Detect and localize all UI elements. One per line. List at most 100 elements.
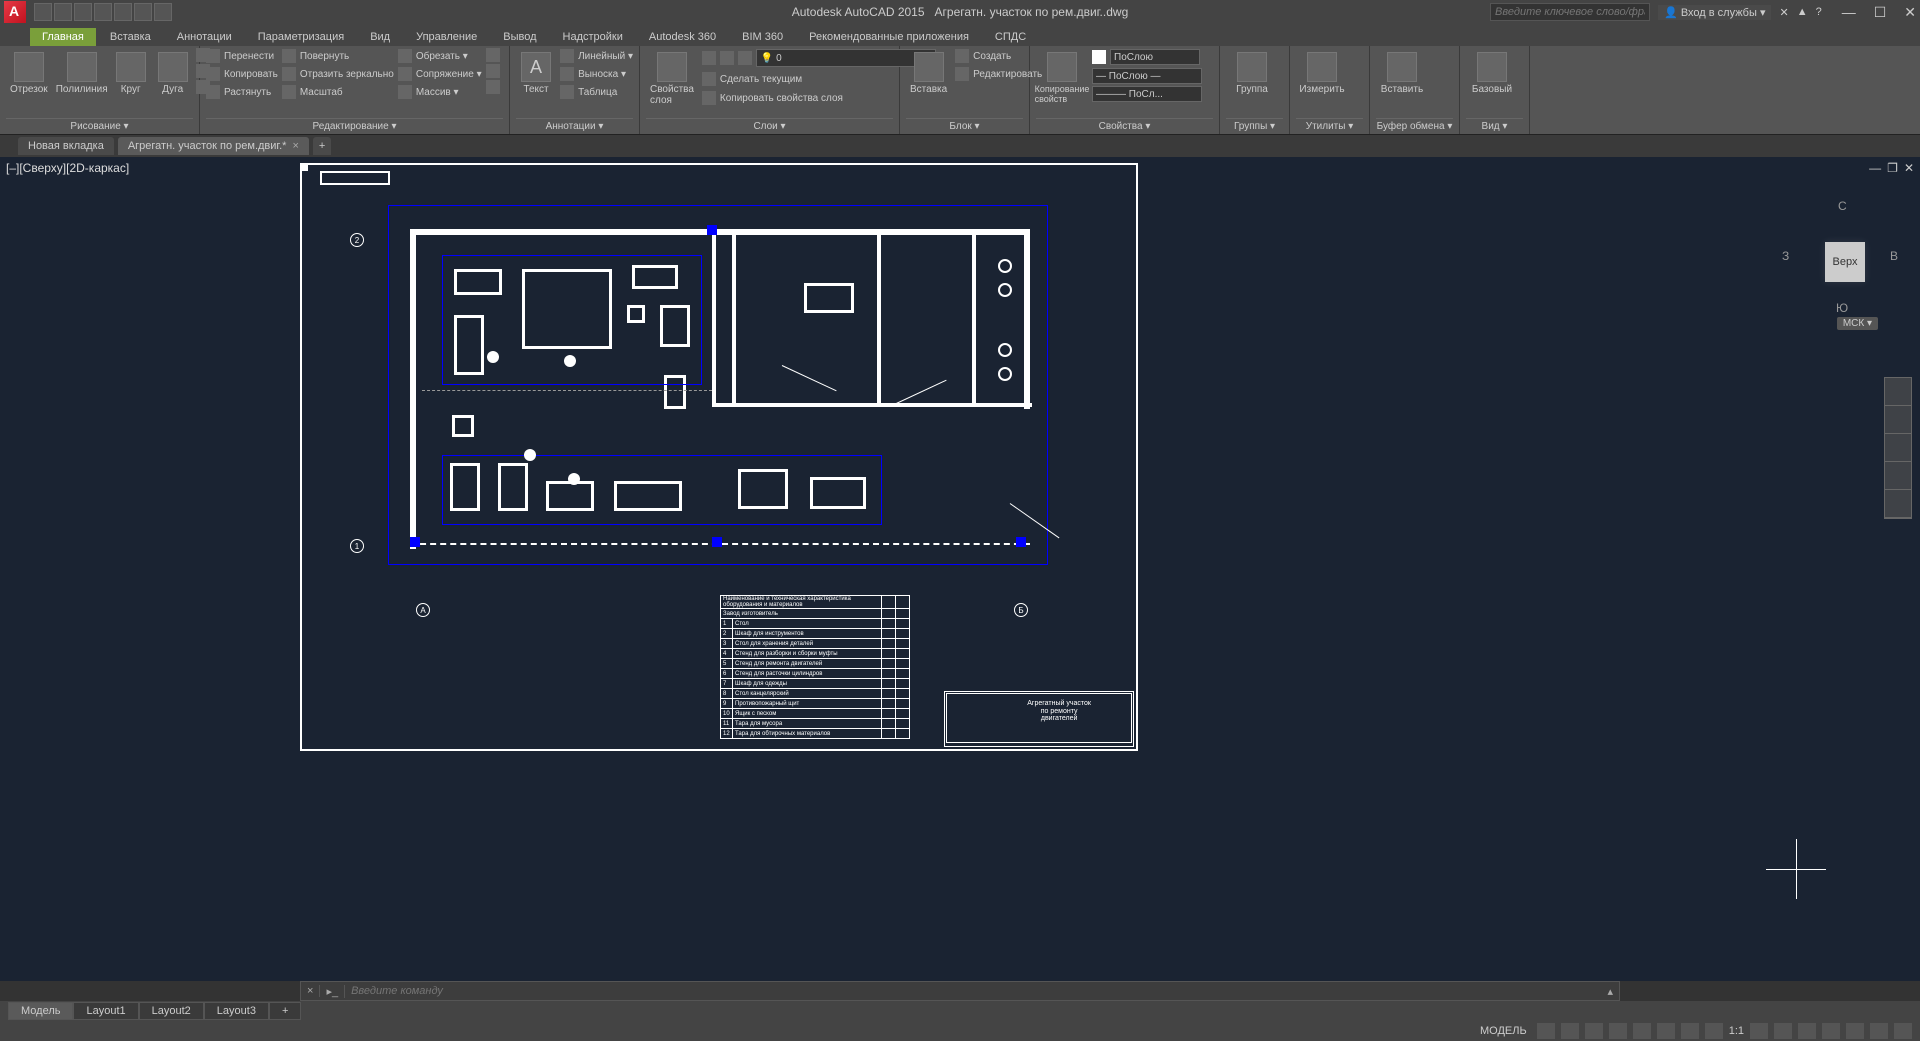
move-button[interactable]: Перенести: [206, 48, 278, 64]
rotate-button[interactable]: Повернуть: [282, 48, 394, 64]
panel-layers-title[interactable]: Слои ▾: [646, 118, 893, 134]
customize-icon[interactable]: [1894, 1023, 1912, 1039]
nav-zoom-icon[interactable]: [1885, 434, 1911, 462]
color-combo[interactable]: ПоСлою: [1110, 49, 1200, 65]
layout-tab-2[interactable]: Layout2: [139, 1002, 204, 1020]
tab-annotate[interactable]: Аннотации: [165, 28, 244, 46]
lwt-toggle-icon[interactable]: [1681, 1023, 1699, 1039]
panel-modify-title[interactable]: Редактирование ▾: [206, 118, 503, 134]
panel-annot-title[interactable]: Аннотации ▾: [516, 118, 633, 134]
wcs-dropdown[interactable]: МСК ▾: [1837, 317, 1878, 330]
login-button[interactable]: 👤 Вход в службы ▾: [1658, 5, 1771, 20]
command-input[interactable]: [345, 985, 1601, 997]
layout-tab-model[interactable]: Модель: [8, 1002, 73, 1020]
arc-button[interactable]: Дуга: [154, 48, 192, 99]
cmdline-config-icon[interactable]: ▸_: [320, 985, 345, 998]
fillet-button[interactable]: Сопряжение ▾: [398, 66, 482, 82]
osnap-toggle-icon[interactable]: [1633, 1023, 1651, 1039]
tab-spds[interactable]: СПДС: [983, 28, 1038, 46]
nav-wheel-icon[interactable]: [1885, 378, 1911, 406]
help-icon[interactable]: ?: [1816, 6, 1822, 18]
qat-save-icon[interactable]: [74, 3, 92, 21]
panel-utils-title[interactable]: Утилиты ▾: [1296, 118, 1363, 134]
text-button[interactable]: AТекст: [516, 48, 556, 99]
bulb-icon[interactable]: [702, 51, 716, 65]
mirror-button[interactable]: Отразить зеркально: [282, 66, 394, 82]
annoscale-icon[interactable]: [1750, 1023, 1768, 1039]
measure-button[interactable]: Измерить: [1296, 48, 1348, 99]
match-props-button[interactable]: Копирование свойств: [1036, 48, 1088, 108]
panel-groups-title[interactable]: Группы ▾: [1226, 118, 1283, 134]
scale-button[interactable]: Масштаб: [282, 84, 394, 100]
viewcube-south[interactable]: Ю: [1836, 301, 1848, 315]
filetab-active[interactable]: Агрегатн. участок по рем.двиг.*×: [118, 137, 309, 155]
qat-open-icon[interactable]: [54, 3, 72, 21]
tab-home[interactable]: Главная: [30, 28, 96, 46]
tab-insert[interactable]: Вставка: [98, 28, 163, 46]
viewcube-top[interactable]: Верх: [1825, 242, 1865, 282]
app-logo[interactable]: [4, 1, 26, 23]
leader-button[interactable]: Выноска ▾: [560, 66, 633, 82]
cmdline-history-icon[interactable]: ▴: [1601, 985, 1619, 998]
offset-icon[interactable]: [486, 80, 500, 94]
filetab-new[interactable]: Новая вкладка: [18, 137, 114, 155]
vp-close-icon[interactable]: ✕: [1904, 161, 1914, 175]
paste-button[interactable]: Вставить: [1376, 48, 1428, 99]
copy-button[interactable]: Копировать: [206, 66, 278, 82]
linetype-combo[interactable]: ——— ПоСл...: [1092, 86, 1202, 102]
tab-bim360[interactable]: BIM 360: [730, 28, 795, 46]
vp-restore-icon[interactable]: ❐: [1887, 161, 1898, 175]
filetab-close-icon[interactable]: ×: [292, 140, 298, 152]
hardware-accel-icon[interactable]: [1822, 1023, 1840, 1039]
qat-new-icon[interactable]: [34, 3, 52, 21]
search-input[interactable]: [1490, 3, 1650, 21]
transparency-toggle-icon[interactable]: [1705, 1023, 1723, 1039]
layout-tab-1[interactable]: Layout1: [73, 1002, 138, 1020]
panel-clip-title[interactable]: Буфер обмена ▾: [1376, 118, 1453, 134]
layout-tab-add[interactable]: +: [269, 1002, 301, 1020]
trim-button[interactable]: Обрезать ▾: [398, 48, 482, 64]
minimize-icon[interactable]: —: [1842, 4, 1856, 21]
otrack-toggle-icon[interactable]: [1657, 1023, 1675, 1039]
panel-draw-title[interactable]: Рисование ▾: [6, 118, 193, 134]
explode-icon[interactable]: [486, 64, 500, 78]
ortho-toggle-icon[interactable]: [1585, 1023, 1603, 1039]
panel-view-title[interactable]: Вид ▾: [1466, 118, 1523, 134]
viewcube-east[interactable]: В: [1890, 249, 1898, 263]
drawing-viewport[interactable]: [–][Сверху][2D-каркас] — ❐ ✕ С Ю В З Вер…: [0, 157, 1920, 961]
cmdline-close-icon[interactable]: ×: [301, 985, 320, 997]
viewcube[interactable]: С Ю В З Верх: [1790, 207, 1890, 307]
insert-block-button[interactable]: Вставка: [906, 48, 951, 99]
line-button[interactable]: Отрезок: [6, 48, 52, 99]
status-model[interactable]: МОДЕЛЬ: [1480, 1025, 1527, 1037]
vp-minimize-icon[interactable]: —: [1869, 161, 1881, 175]
qat-print-icon[interactable]: [114, 3, 132, 21]
polyline-button[interactable]: Полилиния: [56, 48, 108, 99]
freeze-icon[interactable]: [720, 51, 734, 65]
table-button[interactable]: Таблица: [560, 84, 633, 100]
erase-icon[interactable]: [486, 48, 500, 62]
status-scale[interactable]: 1:1: [1729, 1025, 1744, 1037]
tab-parametric[interactable]: Параметризация: [246, 28, 356, 46]
exchange-icon[interactable]: ✕: [1779, 6, 1788, 19]
stretch-button[interactable]: Растянуть: [206, 84, 278, 100]
tab-manage[interactable]: Управление: [404, 28, 489, 46]
viewcube-west[interactable]: З: [1782, 249, 1789, 263]
tab-output[interactable]: Вывод: [491, 28, 548, 46]
panel-block-title[interactable]: Блок ▾: [906, 118, 1023, 134]
snap-toggle-icon[interactable]: [1561, 1023, 1579, 1039]
nav-showmotion-icon[interactable]: [1885, 490, 1911, 518]
tab-addins[interactable]: Надстройки: [551, 28, 635, 46]
filetab-add[interactable]: +: [313, 137, 331, 155]
panel-props-title[interactable]: Свойства ▾: [1036, 118, 1213, 134]
tab-view[interactable]: Вид: [358, 28, 402, 46]
a360-icon[interactable]: ▲: [1797, 6, 1808, 18]
viewcube-north[interactable]: С: [1838, 199, 1847, 213]
dim-linear-button[interactable]: Линейный ▾: [560, 48, 633, 64]
lineweight-combo[interactable]: — ПоСлою —: [1092, 68, 1202, 84]
workspace-switch-icon[interactable]: [1774, 1023, 1792, 1039]
layer-props-button[interactable]: Свойства слоя: [646, 48, 698, 110]
viewport-label[interactable]: [–][Сверху][2D-каркас]: [6, 161, 129, 175]
tab-featured[interactable]: Рекомендованные приложения: [797, 28, 981, 46]
polar-toggle-icon[interactable]: [1609, 1023, 1627, 1039]
